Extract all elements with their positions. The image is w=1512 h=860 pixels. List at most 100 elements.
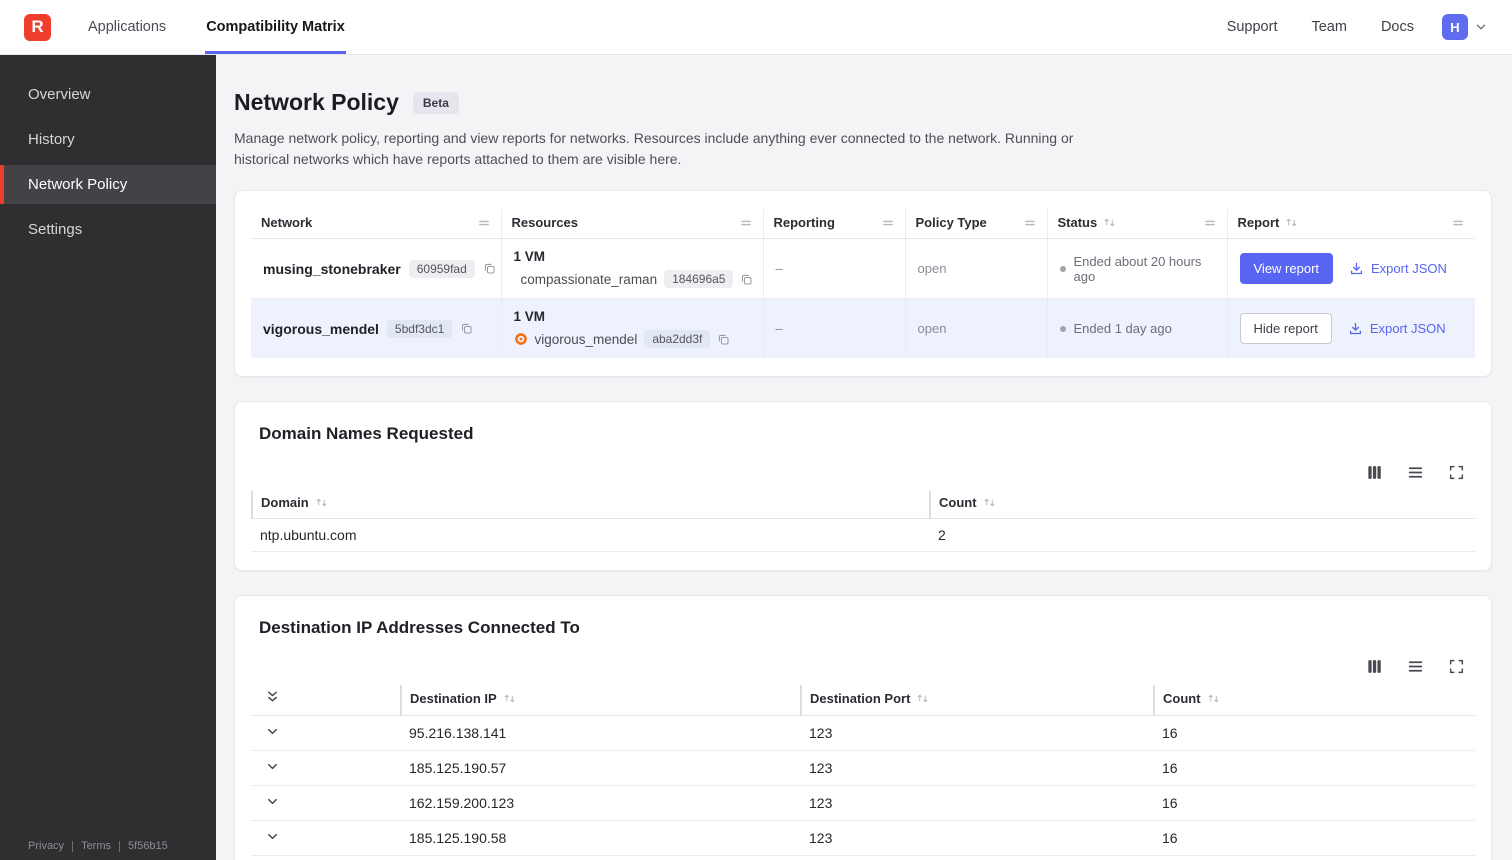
sort-icon[interactable] [503,692,516,705]
col-header-policy-type[interactable]: Policy Type [905,209,1048,239]
destination-port-cell: 123 [801,715,1154,751]
col-header-network-label: Network [261,215,313,230]
link-support[interactable]: Support [1227,19,1278,35]
chevron-down-icon[interactable] [259,759,280,774]
copy-icon[interactable] [483,262,496,275]
sort-icon[interactable] [983,496,996,509]
columns-icon[interactable] [1366,658,1383,675]
column-menu-icon[interactable] [1203,216,1217,230]
sidebar: Overview History Network Policy Settings… [0,55,216,860]
nav-applications[interactable]: Applications [87,0,167,54]
copy-icon[interactable] [717,333,730,346]
row-density-icon[interactable] [1407,658,1424,675]
copy-icon[interactable] [460,322,473,335]
sort-icon[interactable] [1207,692,1220,705]
chevron-down-icon[interactable] [259,724,280,739]
network-id-badge: 5bdf3dc1 [386,319,453,338]
resource-name: vigorous_mendel [534,331,638,347]
resource-id-badge: 184696a5 [664,270,734,288]
sidebar-footer: Privacy Terms 5f56b15 [28,840,168,852]
hide-report-button[interactable]: Hide report [1239,313,1332,344]
nav-compatibility-matrix[interactable]: Compatibility Matrix [205,0,346,54]
domain-cell: ntp.ubuntu.com [252,518,930,552]
row-density-icon[interactable] [1407,464,1424,481]
view-report-button[interactable]: View report [1239,253,1334,284]
copy-icon[interactable] [740,273,753,286]
account-menu[interactable]: H [1442,0,1488,54]
destination-ip-cell: 185.125.190.58 [401,820,801,856]
sidebar-item-history[interactable]: History [0,120,216,159]
topbar-links: Support Team Docs [1227,0,1414,54]
column-menu-icon[interactable] [477,216,491,230]
privacy-link[interactable]: Privacy [28,840,64,852]
col-header-network[interactable]: Network [251,209,502,239]
export-json-link[interactable]: Export JSON [1348,321,1446,336]
sidebar-item-overview[interactable]: Overview [0,75,216,114]
link-team[interactable]: Team [1311,19,1346,35]
col-header-count[interactable]: Count [1153,685,1475,716]
build-version: 5f56b15 [128,840,168,852]
column-menu-icon[interactable] [881,216,895,230]
col-header-status[interactable]: Status [1047,209,1228,239]
avatar[interactable]: H [1442,14,1468,40]
export-json-link[interactable]: Export JSON [1349,261,1447,276]
network-row: vigorous_mendel 5bdf3dc1 1 VM vigorous_m… [251,298,1475,358]
page-title: Network Policy [234,89,399,115]
col-header-resources[interactable]: Resources [501,209,764,239]
col-header-domain-label: Domain [261,495,309,510]
sort-icon[interactable] [916,692,929,705]
status-cell: Ended 1 day ago [1047,298,1228,358]
domain-names-card: Domain Names Requested Domain Count ntp.… [234,401,1492,571]
col-header-destination-port[interactable]: Destination Port [800,685,1154,716]
destination-row: 95.216.100.21 123 16 [251,855,1475,860]
destination-ip-cell: 95.216.100.21 [401,855,801,860]
column-menu-icon[interactable] [1023,216,1037,230]
col-header-report-label: Report [1237,215,1280,230]
network-id-badge: 60959fad [408,259,475,278]
footer-divider [72,840,74,852]
sidebar-item-settings[interactable]: Settings [0,210,216,249]
chevron-down-icon[interactable] [259,829,280,844]
col-header-domain[interactable]: Domain [251,491,930,519]
main-content: Network Policy Beta Manage network polic… [216,55,1512,860]
col-header-count[interactable]: Count [929,491,1475,519]
expand-icon[interactable] [1448,658,1465,675]
network-name-cell: musing_stonebraker 60959fad [251,238,502,299]
status-dot [1059,325,1066,332]
beta-badge: Beta [412,91,459,114]
destination-ips-title: Destination IP Addresses Connected To [259,618,580,637]
sidebar-item-network-policy[interactable]: Network Policy [0,165,216,204]
row-expander-cell [251,750,401,786]
sort-icon[interactable] [315,496,328,509]
columns-icon[interactable] [1366,464,1383,481]
status-dot [1059,265,1066,272]
col-header-reporting[interactable]: Reporting [763,209,906,239]
col-header-report[interactable]: Report [1227,209,1475,239]
col-header-resources-label: Resources [511,215,578,230]
table-toolbar [261,658,1465,675]
status-text: Ended 1 day ago [1073,321,1172,336]
app-logo[interactable]: R [24,13,51,41]
column-menu-icon[interactable] [1451,216,1465,230]
destination-row: 185.125.190.57 123 16 [251,750,1475,786]
destination-ips-card: Destination IP Addresses Connected To De… [234,595,1492,860]
col-header-reporting-label: Reporting [773,215,835,230]
vm-icon [514,332,528,346]
expand-icon[interactable] [1448,464,1465,481]
col-header-count-label: Count [1163,690,1201,706]
destination-port-cell: 123 [801,855,1154,860]
export-json-label: Export JSON [1371,261,1447,276]
col-header-destination-ip[interactable]: Destination IP [400,685,801,716]
terms-link[interactable]: Terms [81,840,111,852]
column-menu-icon[interactable] [739,216,753,230]
link-docs[interactable]: Docs [1381,19,1414,35]
table-toolbar [261,464,1465,481]
sort-icon[interactable] [1285,216,1298,229]
domains-table-header-row: Domain Count [251,491,1475,519]
double-chevron-down-icon[interactable] [259,689,280,704]
count-cell: 16 [1154,715,1475,751]
networks-table: Network Resources Reporting Policy Type … [251,209,1475,358]
domain-row: ntp.ubuntu.com 2 [252,518,1475,552]
sort-icon[interactable] [1103,216,1116,229]
chevron-down-icon[interactable] [259,794,280,809]
